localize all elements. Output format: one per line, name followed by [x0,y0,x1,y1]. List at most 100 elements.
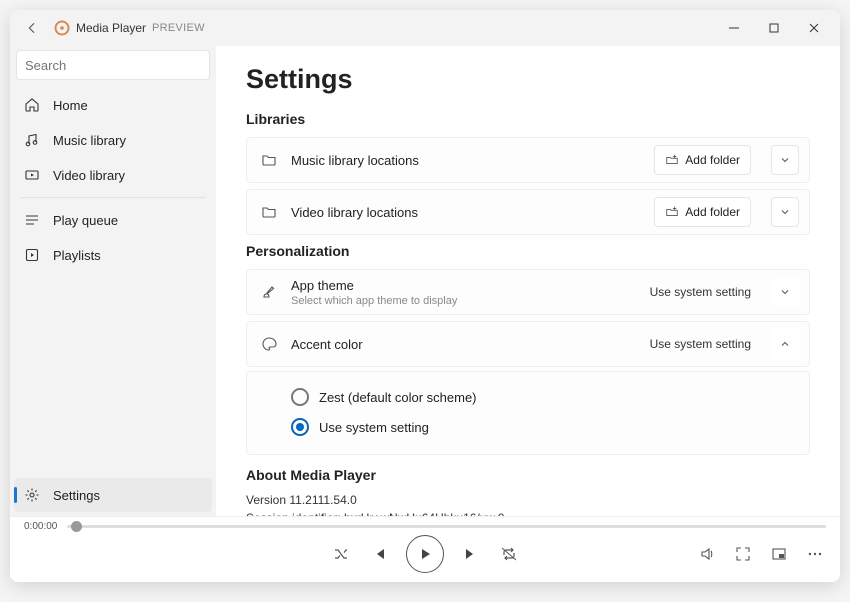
folder-icon [261,152,277,168]
version-text: Version 11.2111.54.0 [246,493,810,507]
player-controls-right [696,543,826,565]
about-heading: About Media Player [246,467,810,483]
repeat-icon [501,546,517,562]
nav-playlists[interactable]: Playlists [14,238,212,272]
expand-button[interactable] [771,145,799,175]
miniplayer-button[interactable] [768,543,790,565]
chevron-down-icon [780,207,790,217]
video-icon [24,167,40,183]
volume-button[interactable] [696,543,718,565]
app-window: Media Player PREVIEW Home Music library [10,10,840,582]
row-label: Video library locations [291,205,640,220]
nav-label: Play queue [53,213,118,228]
skip-forward-icon [463,546,479,562]
add-folder-icon [665,205,679,219]
shuffle-icon [333,546,349,562]
add-folder-button[interactable]: Add folder [654,197,751,227]
nav-label: Playlists [53,248,101,263]
queue-icon [24,212,40,228]
music-library-locations-row[interactable]: Music library locations Add folder [246,137,810,183]
player-bar: 0:00:00 [10,516,840,582]
nav-label: Music library [53,133,126,148]
media-player-logo-icon [54,20,70,36]
nav-spacer [14,272,212,478]
previous-button[interactable] [368,543,390,565]
play-button[interactable] [406,535,444,573]
nav-video-library[interactable]: Video library [14,158,212,192]
expand-button[interactable] [771,277,799,307]
player-controls [24,532,826,576]
brush-icon [261,284,277,300]
row-label: Accent color [291,337,636,352]
accent-color-options: Zest (default color scheme) Use system s… [246,371,810,455]
nav-home[interactable]: Home [14,88,212,122]
playlist-icon [24,247,40,263]
play-icon [418,547,432,561]
nav-play-queue[interactable]: Play queue [14,203,212,237]
radio-icon [291,388,309,406]
expand-button[interactable] [771,197,799,227]
nav-music-library[interactable]: Music library [14,123,212,157]
accent-option-system[interactable]: Use system setting [291,412,795,442]
close-icon [809,23,819,33]
seek-track[interactable] [67,525,826,528]
accent-value: Use system setting [650,337,751,351]
more-icon [807,546,823,562]
content-area[interactable]: Settings Libraries Music library locatio… [216,46,840,516]
search-input[interactable] [25,58,201,73]
palette-icon [261,336,277,352]
video-library-locations-row[interactable]: Video library locations Add folder [246,189,810,235]
body: Home Music library Video library Play qu… [10,46,840,516]
fullscreen-icon [735,546,751,562]
nav: Home Music library Video library Play qu… [14,88,212,272]
app-theme-row[interactable]: App theme Select which app theme to disp… [246,269,810,315]
nav-label: Settings [53,488,100,503]
add-folder-icon [665,153,679,167]
window-controls [714,12,834,44]
titlebar: Media Player PREVIEW [10,10,840,46]
chevron-down-icon [780,155,790,165]
fullscreen-button[interactable] [732,543,754,565]
music-note-icon [24,132,40,148]
app-title: Media Player [76,21,146,35]
personalization-heading: Personalization [246,243,810,259]
collapse-button[interactable] [771,329,799,359]
libraries-heading: Libraries [246,111,810,127]
miniplayer-icon [771,546,787,562]
repeat-button[interactable] [498,543,520,565]
nav-settings[interactable]: Settings [14,478,212,512]
next-button[interactable] [460,543,482,565]
nav-separator [20,197,206,198]
row-label: App theme Select which app theme to disp… [291,278,636,307]
seek-thumb[interactable] [71,521,82,532]
add-folder-label: Add folder [685,153,740,167]
theme-value: Use system setting [650,285,751,299]
home-icon [24,97,40,113]
chevron-down-icon [780,287,790,297]
maximize-icon [769,23,779,33]
seek-bar: 0:00:00 [24,521,826,532]
maximize-button[interactable] [754,12,794,44]
shuffle-button[interactable] [330,543,352,565]
add-folder-label: Add folder [685,205,740,219]
minimize-icon [729,23,739,33]
nav-label: Home [53,98,88,113]
preview-badge: PREVIEW [152,22,205,34]
accent-color-row[interactable]: Accent color Use system setting [246,321,810,367]
skip-back-icon [371,546,387,562]
add-folder-button[interactable]: Add folder [654,145,751,175]
back-button[interactable] [16,12,48,44]
option-label: Use system setting [319,420,429,435]
close-button[interactable] [794,12,834,44]
folder-icon [261,204,277,220]
theme-label: App theme [291,278,354,293]
radio-checked-icon [291,418,309,436]
sidebar: Home Music library Video library Play qu… [10,46,216,516]
minimize-button[interactable] [714,12,754,44]
accent-option-zest[interactable]: Zest (default color scheme) [291,382,795,412]
theme-sub: Select which app theme to display [291,295,636,307]
more-button[interactable] [804,543,826,565]
search-box[interactable] [16,50,210,80]
gear-icon [24,487,40,503]
chevron-up-icon [780,339,790,349]
